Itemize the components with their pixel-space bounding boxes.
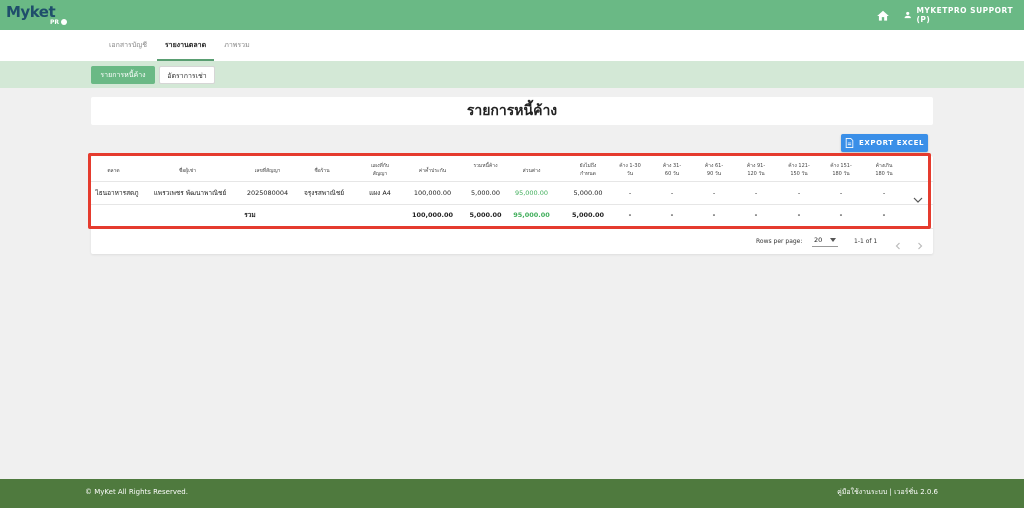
col-header-aging-121-150-line1: ค้าง 121- <box>788 163 810 169</box>
cell-difference: 95,000.00 <box>514 189 549 197</box>
footer-right: คู่มือใช้งานระบบ | เวอร์ชั่น 2.0.6 <box>837 479 938 506</box>
document-icon <box>845 138 854 148</box>
total-deposit: 100,000.00 <box>411 211 454 219</box>
user-label: MYKETPRO SUPPORT (P) <box>916 6 1014 24</box>
col-header-aging-over-180-line1: ค้างเกิน <box>875 163 893 169</box>
version-text: เวอร์ชั่น 2.0.6 <box>894 488 938 496</box>
top-bar: Myket PR MYKETPRO SUPPORT (P) <box>0 0 1024 30</box>
cell-contract: 2025080004 <box>246 189 289 197</box>
user-menu-button[interactable]: MYKETPRO SUPPORT (P) <box>903 6 1024 24</box>
main-tab-bar: เอกสารบัญชี รายงานตลาด ภาพรวม <box>0 30 1024 61</box>
chevron-down-icon <box>913 197 923 203</box>
rows-per-page-select[interactable]: 20 <box>812 234 838 247</box>
footer-separator: | <box>889 488 892 496</box>
col-header-shop: ชื่อร้าน <box>314 168 330 174</box>
total-not-due: 5,000.00 <box>571 211 605 219</box>
col-header-zone-line1: แผงที่กับ <box>370 163 390 169</box>
chevron-left-icon <box>895 242 900 250</box>
col-header-total-debt: รวมหนี้ค้าง <box>473 163 498 169</box>
cell-aging-over-180: - <box>882 189 886 197</box>
col-header-aging-1-30-line1: ค้าง 1-30 <box>619 163 641 169</box>
cell-zone: แผง A4 <box>369 189 391 197</box>
cell-market: ไธนอาหารสดภู <box>95 189 139 197</box>
export-label: EXPORT EXCEL <box>858 139 925 147</box>
col-header-market: ตลาด <box>107 168 120 174</box>
total-aging-61-90: - <box>712 211 716 219</box>
logo-sub: PR <box>50 19 60 26</box>
col-header-aging-1-30-line2: วัน <box>626 171 634 177</box>
col-header-aging-121-150-line2: 150 วัน <box>790 171 808 177</box>
cell-deposit: 100,000.00 <box>413 189 452 197</box>
total-debt: 5,000.00 <box>469 211 502 219</box>
total-aging-121-150: - <box>797 211 801 219</box>
col-header-tenant: ชื่อผู้เช่า <box>178 168 197 174</box>
rows-per-page-label: Rows per page: <box>756 238 803 245</box>
cell-tenant: แพรวเพชร พัฒนาพาณิชย์ <box>153 189 227 197</box>
divider <box>91 228 933 229</box>
col-header-aging-61-90-line2: 90 วัน <box>706 171 722 177</box>
cell-aging-61-90: - <box>712 189 716 197</box>
col-header-deposit: ค่าค้ำประกัน <box>418 168 447 174</box>
home-button[interactable] <box>876 8 890 22</box>
next-page-button[interactable] <box>915 236 925 250</box>
logo-dot <box>61 19 67 25</box>
col-header-aging-31-60-line1: ค้าง 31- <box>662 163 682 169</box>
cell-aging-91-120: - <box>754 189 758 197</box>
cell-aging-1-30: - <box>628 189 632 197</box>
total-label: รวม <box>244 211 256 219</box>
col-header-aging-91-120-line1: ค้าง 91- <box>746 163 766 169</box>
subtab-rental-rate[interactable]: อัตราการเช่า <box>159 66 215 84</box>
col-header-aging-91-120-line2: 120 วัน <box>747 171 765 177</box>
cell-aging-151-180: - <box>839 189 843 197</box>
copyright-text: © MyKet All Rights Reserved. <box>85 488 188 496</box>
tab-market-report[interactable]: รายงานตลาด <box>157 30 214 61</box>
total-aging-over-180: - <box>882 211 886 219</box>
col-header-not-due-line2: กำหนด <box>580 171 596 177</box>
subtab-outstanding-debt[interactable]: รายการหนี้ค้าง <box>91 66 155 84</box>
col-header-aging-31-60-line2: 60 วัน <box>664 171 680 177</box>
myket-logo[interactable]: Myket PR <box>6 2 67 28</box>
col-header-not-due-line1: ยังไม่ถึง <box>579 163 597 169</box>
divider <box>91 181 933 182</box>
col-header-aging-over-180-line2: 180 วัน <box>875 171 893 177</box>
cell-shop: จรุงรสพาณิชย์ <box>303 189 345 197</box>
col-header-aging-151-180-line1: ค้าง 151- <box>830 163 852 169</box>
tab-accounting-documents[interactable]: เอกสารบัญชี <box>101 30 155 61</box>
user-icon <box>904 11 911 19</box>
col-header-aging-61-90-line1: ค้าง 61- <box>704 163 724 169</box>
home-icon <box>877 10 889 21</box>
logo-text: Myket <box>6 3 56 21</box>
cell-aging-31-60: - <box>670 189 674 197</box>
prev-page-button[interactable] <box>893 236 903 250</box>
chevron-right-icon <box>918 242 923 250</box>
tab-overview[interactable]: ภาพรวม <box>216 30 258 61</box>
total-aging-151-180: - <box>839 211 843 219</box>
divider <box>91 204 933 205</box>
page-title: รายการหนี้ค้าง <box>466 103 558 119</box>
page-title-card: รายการหนี้ค้าง <box>91 97 933 125</box>
caret-down-icon <box>830 238 836 242</box>
rows-per-page-value: 20 <box>814 236 823 244</box>
total-aging-1-30: - <box>628 211 632 219</box>
sub-tab-bar: รายการหนี้ค้าง อัตราการเช่า <box>0 61 1024 88</box>
col-header-aging-151-180-line2: 180 วัน <box>832 171 850 177</box>
pagination-range: 1-1 of 1 <box>854 238 878 245</box>
col-header-zone-line2: สัญญา <box>372 171 388 177</box>
footer: © MyKet All Rights Reserved. คู่มือใช้งา… <box>0 479 1024 508</box>
expand-row-button[interactable] <box>913 189 923 203</box>
total-difference: 95,000.00 <box>513 211 550 219</box>
col-header-contract: เลขที่สัญญา <box>254 168 281 174</box>
cell-not-due: 5,000.00 <box>573 189 603 197</box>
col-header-difference: ส่วนต่าง <box>522 168 541 174</box>
user-manual-link[interactable]: คู่มือใช้งานระบบ <box>837 488 887 496</box>
cell-total-debt: 5,000.00 <box>471 189 500 197</box>
total-aging-31-60: - <box>670 211 674 219</box>
export-excel-button[interactable]: EXPORT EXCEL <box>841 134 928 152</box>
total-aging-91-120: - <box>754 211 758 219</box>
cell-aging-121-150: - <box>797 189 801 197</box>
